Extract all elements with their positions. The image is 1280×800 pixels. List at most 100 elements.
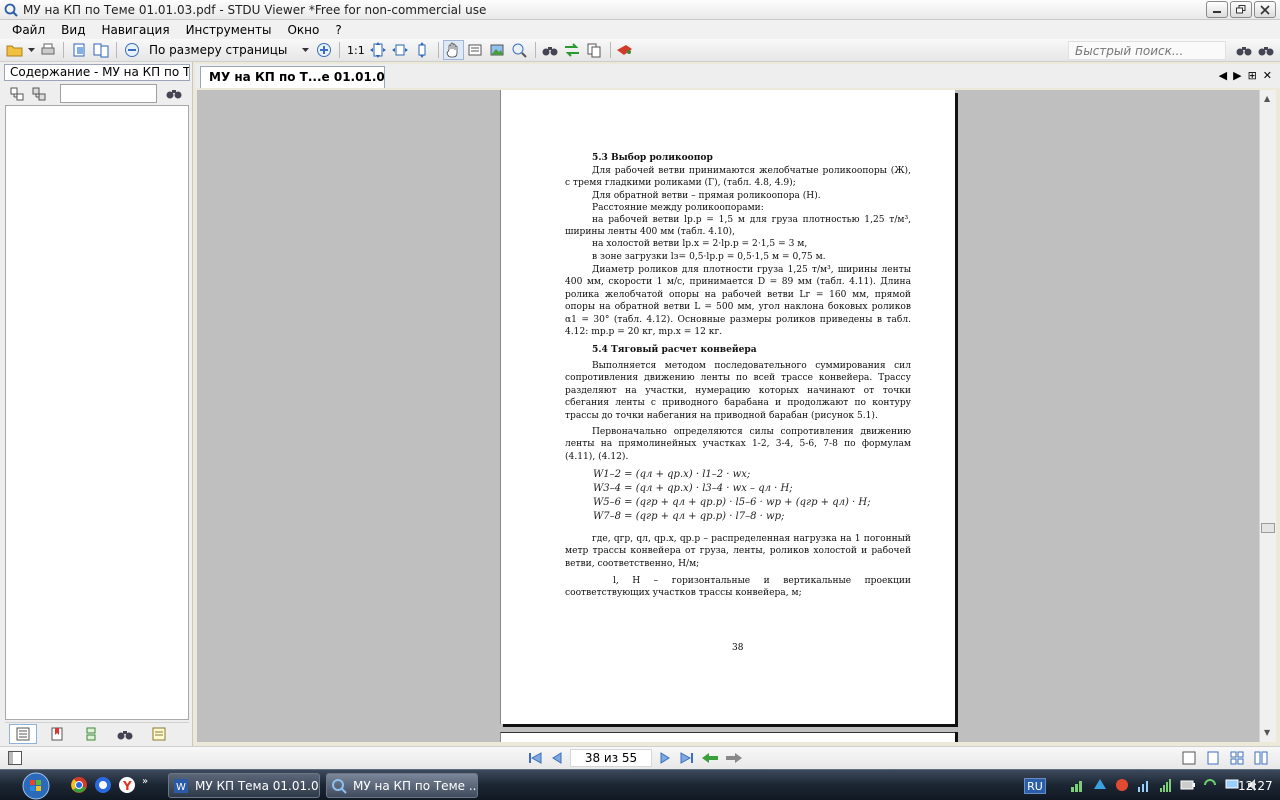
menu-tools[interactable]: Инструменты: [178, 23, 280, 37]
open-folder-button[interactable]: [4, 40, 25, 60]
menu-file[interactable]: Файл: [4, 23, 53, 37]
vertical-scrollbar[interactable]: ▲ ▼: [1259, 90, 1276, 742]
contents-panel: Содержание - МУ на КП по Теме 01.01.03.p…: [0, 62, 193, 746]
tray-app-icon[interactable]: [1114, 777, 1130, 796]
language-indicator[interactable]: RU: [1024, 778, 1046, 794]
scroll-thumb[interactable]: [1261, 523, 1275, 533]
page-number: 38: [732, 643, 744, 653]
pdf-page: 5.3 Выбор роликоопор Для рабочей ветви п…: [500, 90, 955, 724]
paragraph: Первоначально определяются силы сопротив…: [565, 427, 911, 462]
open-dropdown-icon[interactable]: [26, 40, 36, 60]
select-text-icon[interactable]: [465, 40, 486, 60]
taskbar-item-word[interactable]: W МУ КП Тема 01.01.0...: [168, 773, 320, 798]
tray-battery-icon[interactable]: [1180, 777, 1196, 796]
first-page-icon[interactable]: [526, 749, 544, 767]
facing-view-icon[interactable]: [1252, 749, 1270, 767]
system-clock[interactable]: 12:27: [1238, 779, 1273, 793]
contents-tree[interactable]: [5, 105, 189, 720]
taskbar-item-label: МУ КП Тема 01.01.0...: [195, 778, 320, 793]
tab-scroll-right-icon[interactable]: ▶: [1233, 69, 1241, 82]
close-tab-icon[interactable]: ✕: [1263, 69, 1272, 82]
document-viewer[interactable]: 5.3 Выбор роликоопор Для рабочей ветви п…: [197, 90, 1259, 742]
page-number-field[interactable]: 38 из 55: [570, 749, 652, 767]
back-icon[interactable]: [700, 749, 720, 767]
sync-arrows-icon[interactable]: [562, 40, 583, 60]
forward-icon[interactable]: [724, 749, 744, 767]
hand-tool-icon[interactable]: [442, 40, 464, 60]
menu-help[interactable]: ?: [327, 23, 349, 37]
notes-panel-button[interactable]: [145, 724, 173, 744]
tray-drive-icon[interactable]: [1092, 777, 1108, 796]
bookmarks-panel-button[interactable]: [43, 724, 71, 744]
tab-list-icon[interactable]: ⊞: [1248, 69, 1257, 82]
contents-panel-button[interactable]: [9, 723, 37, 744]
quick-search-options-icon[interactable]: [1255, 40, 1276, 60]
svg-text:W: W: [176, 782, 186, 793]
contents-find-icon[interactable]: [166, 86, 182, 103]
close-window-button[interactable]: [1254, 1, 1276, 18]
thumbnails-panel-button[interactable]: [77, 724, 105, 744]
paragraph: на рабочей ветви lр.р = 1,5 м для груза …: [565, 215, 911, 238]
browser-icon[interactable]: [94, 776, 112, 797]
paragraph: в зоне загрузки lз= 0,5·lр.р = 0,5·1,5 м…: [592, 252, 826, 262]
chevron-down-icon: [302, 48, 309, 52]
tab-scroll-left-icon[interactable]: ◀: [1219, 69, 1227, 82]
zoom-in-icon[interactable]: [313, 40, 334, 60]
zoom-out-icon[interactable]: [121, 40, 142, 60]
copy-icon[interactable]: [584, 40, 605, 60]
menu-navigation[interactable]: Навигация: [93, 23, 177, 37]
window-title: МУ на КП по Теме 01.01.03.pdf - STDU Vie…: [23, 2, 487, 17]
fit-height-icon[interactable]: [412, 40, 433, 60]
continuous-view-icon[interactable]: [1228, 749, 1246, 767]
print-icon[interactable]: [37, 40, 58, 60]
tray-wifi-icon[interactable]: [1158, 777, 1174, 796]
quick-launch-more-icon[interactable]: »: [142, 776, 148, 797]
view-options-icon[interactable]: [1180, 749, 1198, 767]
section-heading: 5.3 Выбор роликоопор: [592, 152, 713, 163]
menu-window[interactable]: Окно: [279, 23, 327, 37]
fit-page-icon[interactable]: [368, 40, 389, 60]
search-panel-button[interactable]: [111, 724, 139, 744]
minimize-button[interactable]: [1206, 1, 1228, 18]
chrome-icon[interactable]: [70, 776, 88, 797]
bookmark-pen-icon[interactable]: [615, 40, 636, 60]
paragraph: на холостой ветви lр.х = 2·lр.р = 2·1,5 …: [592, 239, 808, 249]
previous-page-icon[interactable]: [548, 749, 566, 767]
zoom-mode-select[interactable]: По размеру страницы: [145, 41, 313, 60]
quick-search-input[interactable]: Быстрый поиск...: [1068, 41, 1226, 60]
single-page-view-icon[interactable]: [1204, 749, 1222, 767]
document-tab-bar: МУ на КП по Т...е 01.01.03.pdf ◀ ▶ ⊞ ✕: [195, 64, 1280, 88]
zoom-mode-value: По размеру страницы: [149, 43, 288, 57]
main-toolbar: По размеру страницы 1:1 Быстрый поиск...: [0, 39, 1280, 62]
find-binoculars-icon[interactable]: [540, 40, 561, 60]
actual-size-button[interactable]: 1:1: [344, 44, 368, 57]
paragraph: Выполняется методом последовательного су…: [565, 361, 911, 421]
tray-network-icon[interactable]: [1070, 777, 1086, 796]
contents-search-input[interactable]: [60, 84, 157, 103]
two-pages-icon[interactable]: [90, 40, 111, 60]
yandex-browser-icon[interactable]: Y: [118, 776, 136, 797]
magnifier-tool-icon[interactable]: [509, 40, 530, 60]
start-button[interactable]: [16, 772, 56, 800]
fit-width-icon[interactable]: [390, 40, 411, 60]
expand-tree-icon[interactable]: [6, 84, 27, 104]
toggle-panel-icon[interactable]: [8, 751, 22, 768]
scroll-down-icon[interactable]: ▼: [1264, 728, 1270, 737]
tray-sync-icon[interactable]: [1202, 777, 1218, 796]
taskbar-item-stdu[interactable]: МУ на КП по Теме ...: [326, 773, 478, 798]
document-tab[interactable]: МУ на КП по Т...е 01.01.03.pdf: [200, 66, 385, 88]
section-heading: 5.4 Тяговый расчет конвейера: [592, 344, 757, 355]
formula: W7–8 = (qгр + qл + qр.р) · l7–8 · wр;: [593, 511, 785, 522]
restore-button[interactable]: [1230, 1, 1252, 18]
last-page-icon[interactable]: [678, 749, 696, 767]
next-page-icon[interactable]: [656, 749, 674, 767]
paragraph: где, qгр, qл, qр.х, qр.р – распределенна…: [565, 534, 911, 569]
collapse-tree-icon[interactable]: [28, 84, 49, 104]
scroll-up-icon[interactable]: ▲: [1264, 94, 1270, 103]
select-image-icon[interactable]: [487, 40, 508, 60]
tray-signal-icon[interactable]: [1136, 777, 1152, 796]
menu-view[interactable]: Вид: [53, 23, 93, 37]
contents-panel-tab[interactable]: Содержание - МУ на КП по Теме 01.01.03.p…: [4, 64, 190, 81]
single-page-icon[interactable]: [68, 40, 89, 60]
quick-search-find-icon[interactable]: [1233, 40, 1254, 60]
